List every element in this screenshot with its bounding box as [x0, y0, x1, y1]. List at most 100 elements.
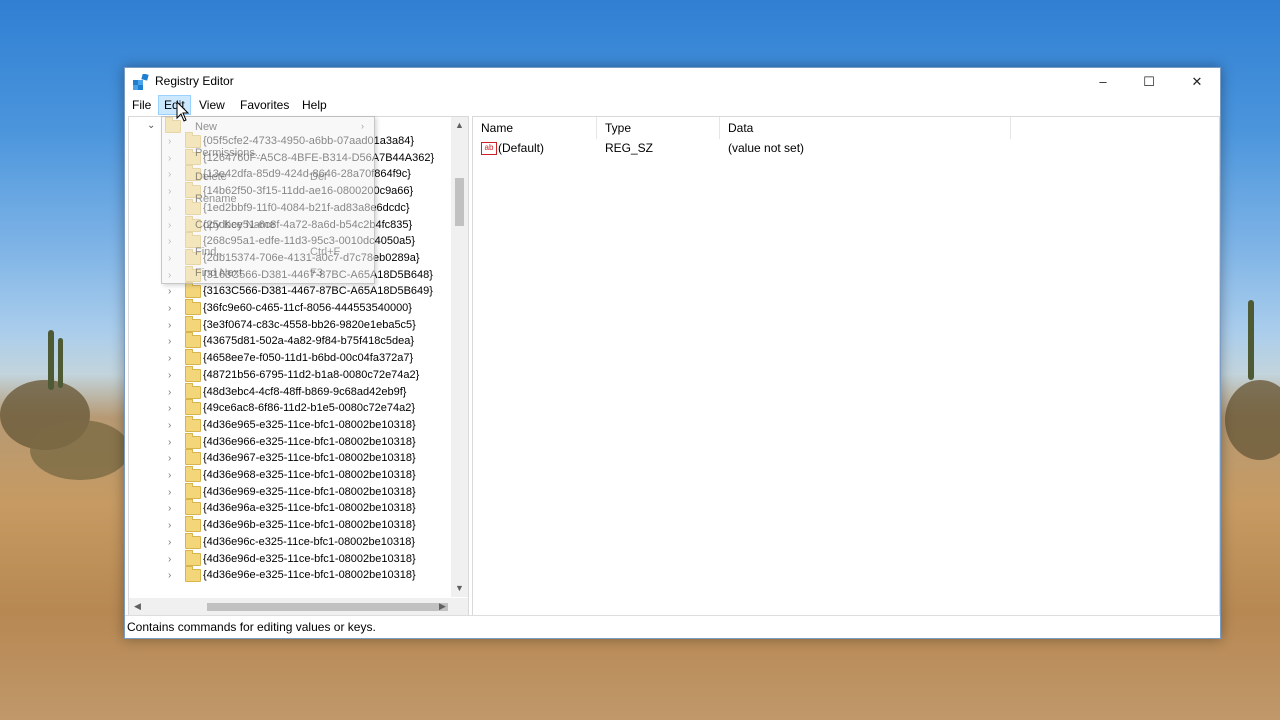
folder-icon: [185, 365, 201, 382]
menu-item-rename[interactable]: Rename: [195, 189, 237, 209]
scroll-thumb[interactable]: [455, 178, 464, 226]
tree-key-row[interactable]: › {4658ee7e-f050-11d1-b6bd-00c04fa372a7}: [129, 349, 449, 367]
folder-icon: [185, 432, 201, 449]
folder-icon: [185, 449, 201, 466]
column-header-data[interactable]: Data: [720, 117, 1011, 139]
folder-icon: [185, 532, 201, 549]
menu-item-copy-key-name[interactable]: Copy Key Name: [195, 215, 275, 235]
tree-key-label: {4d36e969-e325-11ce-bfc1-08002be10318}: [203, 485, 416, 498]
shortcut-find: Ctrl+F: [310, 246, 341, 258]
close-button[interactable]: ✕: [1174, 68, 1220, 95]
menu-help[interactable]: Help: [297, 96, 332, 114]
tree-vertical-scrollbar[interactable]: ▲ ▼: [451, 117, 468, 597]
scroll-left-arrow-icon[interactable]: ◀: [129, 598, 146, 615]
value-data-cell: (value not set): [728, 141, 805, 155]
values-list[interactable]: Name Type Data ab (Default) REG_SZ (valu…: [472, 116, 1220, 616]
expand-chevron-icon[interactable]: ›: [168, 434, 171, 451]
expand-chevron-icon[interactable]: ›: [168, 567, 171, 584]
folder-icon: [185, 499, 201, 516]
cactus: [48, 330, 54, 390]
folder-icon: [185, 332, 201, 349]
column-header-name[interactable]: Name: [473, 117, 597, 139]
menu-file[interactable]: File: [127, 96, 156, 114]
scroll-right-arrow-icon[interactable]: ▶: [434, 598, 451, 615]
menu-item-find[interactable]: Find...: [195, 242, 226, 262]
expand-chevron-icon[interactable]: ›: [168, 333, 171, 350]
tree-key-row[interactable]: › {4d36e967-e325-11ce-bfc1-08002be10318}: [129, 449, 449, 467]
folder-icon: [185, 349, 201, 366]
window-title: Registry Editor: [155, 74, 234, 88]
expand-chevron-icon[interactable]: ›: [168, 350, 171, 367]
folder-icon: [185, 399, 201, 416]
tree-key-row[interactable]: › {4d36e968-e325-11ce-bfc1-08002be10318}: [129, 466, 449, 484]
minimize-button[interactable]: –: [1080, 68, 1126, 95]
value-name-cell[interactable]: (Default): [490, 139, 544, 157]
folder-icon: [185, 566, 201, 583]
tree-key-row[interactable]: › {3163C566-D381-4467-87BC-A65A18D5B649}: [129, 282, 449, 300]
expand-chevron-icon[interactable]: ›: [168, 467, 171, 484]
tree-horizontal-scrollbar[interactable]: ◀ ▶: [129, 598, 468, 615]
shortcut-find-next: F3: [310, 267, 323, 279]
desert-shrub: [1225, 380, 1280, 460]
tree-key-label: {4d36e966-e325-11ce-bfc1-08002be10318}: [203, 435, 416, 448]
menu-item-delete[interactable]: Delete: [195, 167, 227, 187]
menu-item-permissions[interactable]: Permissions...: [195, 143, 264, 163]
column-header-type[interactable]: Type: [597, 117, 720, 139]
tree-key-row[interactable]: › {4d36e965-e325-11ce-bfc1-08002be10318}: [129, 415, 449, 434]
shortcut-delete: Del: [310, 171, 327, 183]
scroll-down-arrow-icon[interactable]: ▼: [451, 580, 468, 597]
tree-key-label: {4658ee7e-f050-11d1-b6bd-00c04fa372a7}: [203, 352, 414, 365]
tree-key-label: {4d36e96a-e325-11ce-bfc1-08002be10318}: [203, 502, 416, 515]
tree-key-label: {49ce6ac8-6f86-11d2-b1e5-0080c72e74a2}: [203, 402, 416, 415]
tree-key-row[interactable]: › {48721b56-6795-11d2-b1a8-0080c72e74a2}: [129, 365, 449, 384]
tree-key-row[interactable]: › {36fc9e60-c465-11cf-8056-444553540000}: [129, 299, 449, 317]
tree-key-row[interactable]: › {4d36e966-e325-11ce-bfc1-08002be10318}: [129, 432, 449, 451]
expand-chevron-icon[interactable]: ›: [168, 283, 171, 300]
title-bar[interactable]: Registry Editor – ☐ ✕: [125, 68, 1220, 95]
tree-key-row[interactable]: › {48d3ebc4-4cf8-48ff-b869-9c68ad42eb9f}: [129, 382, 449, 401]
expand-chevron-icon[interactable]: ›: [168, 484, 171, 501]
desert-shrub: [30, 420, 130, 480]
tree-key-label: {4d36e96c-e325-11ce-bfc1-08002be10318}: [203, 535, 416, 548]
menu-view[interactable]: View: [194, 96, 230, 114]
edit-menu-dropdown: New › Permissions... Delete Del Rename C…: [161, 116, 375, 284]
tree-key-row[interactable]: › {4d36e96a-e325-11ce-bfc1-08002be10318}: [129, 499, 449, 517]
tree-key-row[interactable]: › {4d36e969-e325-11ce-bfc1-08002be10318}: [129, 482, 449, 501]
cactus: [58, 338, 63, 388]
expand-chevron-icon[interactable]: ›: [168, 450, 171, 467]
tree-key-label: {48d3ebc4-4cf8-48ff-b869-9c68ad42eb9f}: [203, 385, 407, 398]
expand-chevron-icon[interactable]: ›: [168, 500, 171, 517]
expand-chevron-icon[interactable]: ›: [168, 384, 171, 401]
menu-favorites[interactable]: Favorites: [235, 96, 294, 114]
tree-key-row[interactable]: › {4d36e96b-e325-11ce-bfc1-08002be10318}: [129, 516, 449, 534]
scroll-up-arrow-icon[interactable]: ▲: [451, 117, 468, 134]
expand-chevron-icon[interactable]: ›: [168, 367, 171, 384]
maximize-button[interactable]: ☐: [1126, 68, 1172, 95]
cactus: [1248, 300, 1254, 380]
folder-icon: [185, 482, 201, 499]
tree-key-label: {4d36e968-e325-11ce-bfc1-08002be10318}: [203, 469, 416, 481]
expand-chevron-icon[interactable]: ›: [168, 551, 171, 568]
expand-chevron-icon[interactable]: ›: [168, 534, 171, 551]
expand-chevron-icon[interactable]: ›: [168, 417, 171, 434]
tree-key-label: {4d36e96e-e325-11ce-bfc1-08002be10318}: [203, 569, 416, 582]
submenu-arrow-icon: ›: [361, 121, 364, 131]
expand-chevron-icon[interactable]: ›: [168, 400, 171, 417]
tree-key-row[interactable]: › {3e3f0674-c83c-4558-bb26-9820e1eba5c5}: [129, 315, 449, 334]
menu-item-find-next[interactable]: Find Next: [195, 263, 242, 283]
menu-item-new[interactable]: New: [195, 117, 217, 137]
tree-key-row[interactable]: › {4d36e96c-e325-11ce-bfc1-08002be10318}: [129, 532, 449, 551]
value-type-cell: REG_SZ: [605, 141, 654, 155]
expand-chevron-icon[interactable]: ›: [168, 517, 171, 534]
collapse-chevron-icon[interactable]: ⌄: [147, 117, 155, 134]
expand-chevron-icon[interactable]: ›: [168, 317, 171, 334]
tree-key-label: {3163C566-D381-4467-87BC-A65A18D5B649}: [203, 285, 433, 298]
tree-key-label: {43675d81-502a-4a82-9f84-b75f418c5dea}: [203, 335, 415, 348]
tree-key-row[interactable]: › {43675d81-502a-4a82-9f84-b75f418c5dea}: [129, 332, 449, 350]
tree-key-row[interactable]: › {4d36e96e-e325-11ce-bfc1-08002be10318}: [129, 566, 449, 584]
folder-icon: [185, 282, 201, 299]
expand-chevron-icon[interactable]: ›: [168, 300, 171, 317]
tree-key-row[interactable]: › {49ce6ac8-6f86-11d2-b1e5-0080c72e74a2}: [129, 399, 449, 417]
scroll-thumb[interactable]: [207, 603, 448, 611]
tree-key-row[interactable]: › {4d36e96d-e325-11ce-bfc1-08002be10318}: [129, 549, 449, 568]
